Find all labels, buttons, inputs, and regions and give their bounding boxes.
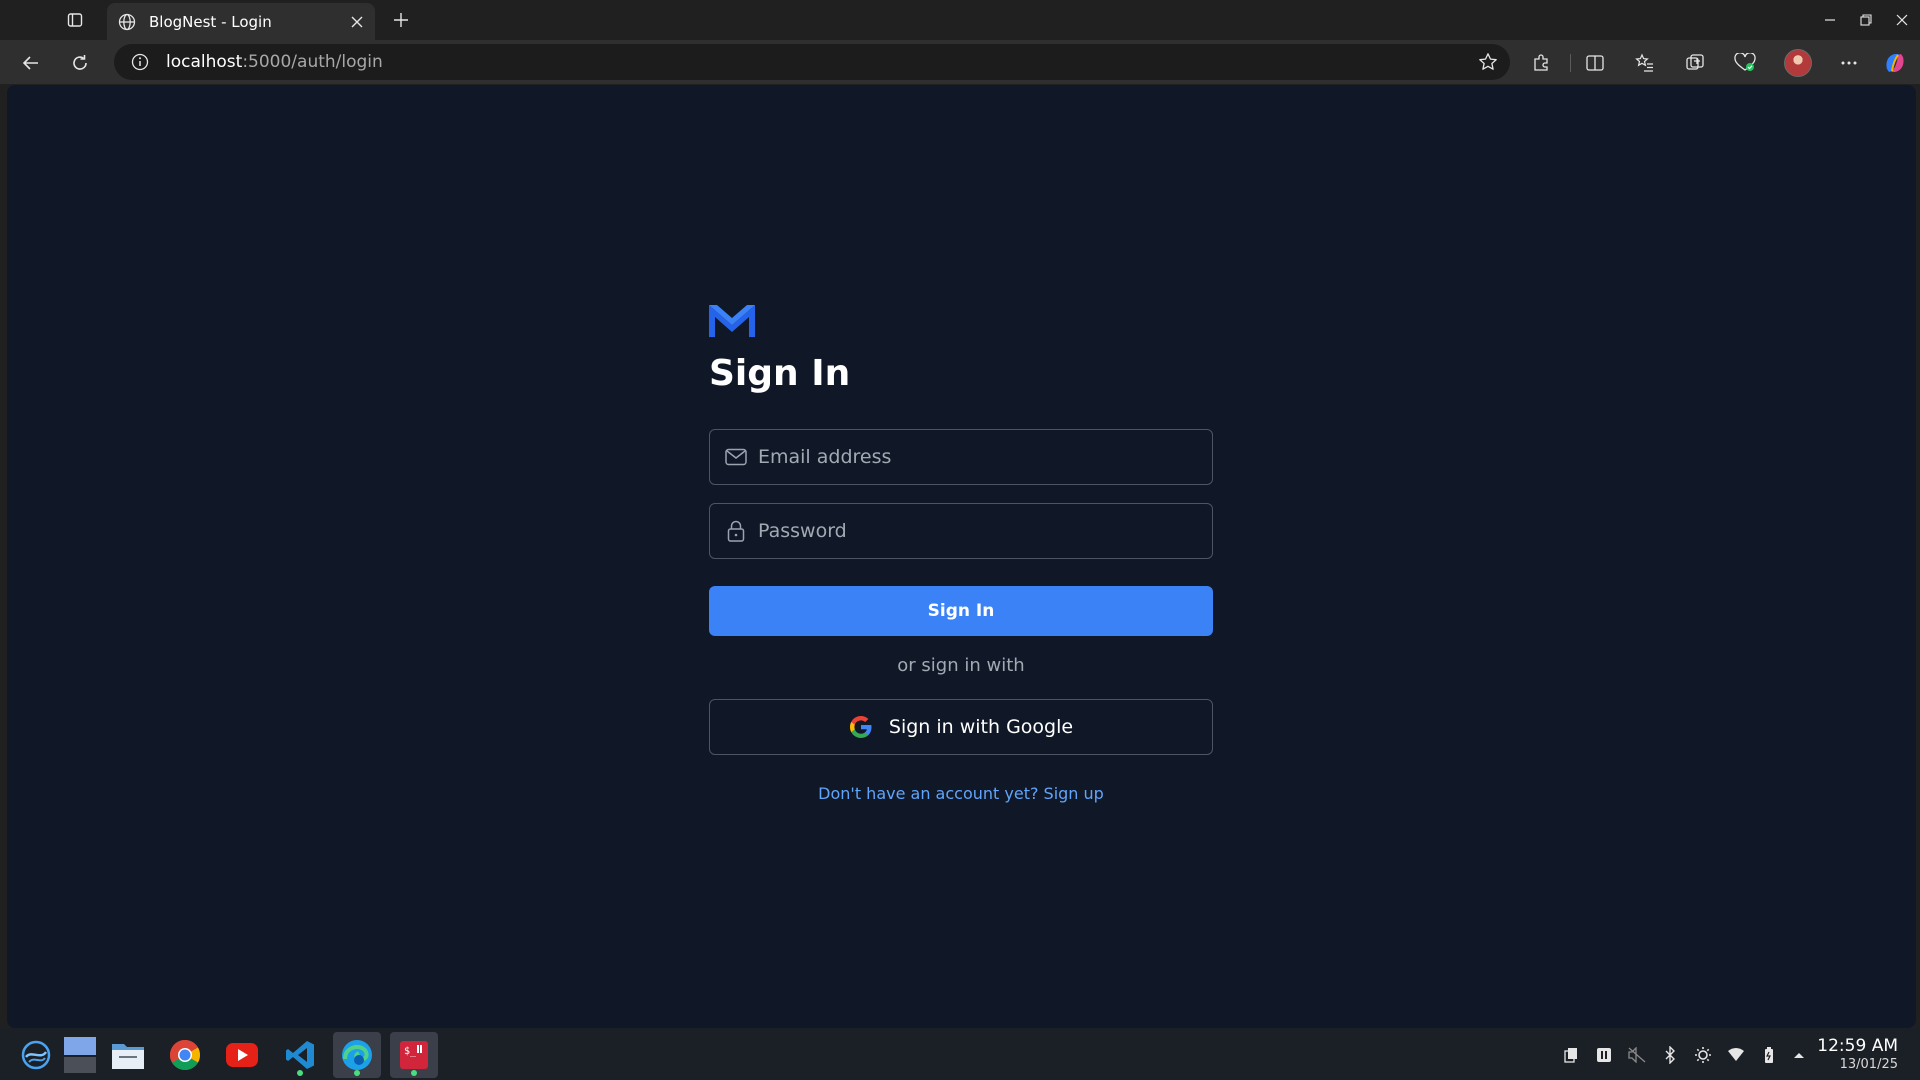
tab-title: BlogNest - Login — [149, 12, 272, 31]
terminal-button[interactable]: $_ — [390, 1032, 438, 1078]
start-icon — [21, 1040, 51, 1070]
tray-overflow-chevron-up-icon[interactable] — [1788, 1044, 1810, 1066]
chrome-icon — [169, 1039, 201, 1071]
system-clock[interactable]: 12:59 AM 13/01/25 — [1817, 1036, 1898, 1072]
close-window-button[interactable] — [1884, 0, 1920, 40]
restore-button[interactable] — [1848, 0, 1884, 40]
tab-blognest-login[interactable]: BlogNest - Login — [107, 3, 375, 40]
refresh-icon — [71, 54, 89, 72]
password-input[interactable] — [758, 504, 1212, 558]
desktop-icon — [63, 1036, 97, 1074]
url-host: localhost — [166, 52, 243, 72]
m-logo-icon — [709, 303, 755, 337]
brightness-icon[interactable] — [1692, 1044, 1714, 1066]
address-bar[interactable]: localhost:5000/auth/login — [114, 44, 1510, 80]
email-input[interactable] — [758, 430, 1212, 484]
sign-up-link[interactable]: Don't have an account yet? Sign up — [709, 784, 1213, 803]
browser-toolbar: localhost:5000/auth/login — [0, 40, 1920, 84]
restore-icon — [1860, 14, 1872, 26]
taskbar: $_ 12:59 AM 13/01/25 — [0, 1028, 1920, 1080]
terminal-icon: $_ — [399, 1040, 429, 1070]
volume-muted-icon[interactable] — [1626, 1044, 1648, 1066]
favorites-list-icon — [1635, 53, 1655, 73]
bluetooth-icon[interactable] — [1659, 1044, 1681, 1066]
google-sign-in-button[interactable]: Sign in with Google — [709, 699, 1213, 755]
refresh-button[interactable] — [63, 46, 97, 80]
url-text: localhost:5000/auth/login — [166, 52, 383, 72]
google-button-label: Sign in with Google — [888, 716, 1074, 738]
mail-icon — [724, 445, 748, 469]
tab-actions-icon — [67, 12, 83, 28]
edge-button[interactable] — [333, 1032, 381, 1078]
start-button[interactable] — [12, 1032, 60, 1078]
file-explorer-icon — [111, 1040, 145, 1070]
collections-icon — [1685, 53, 1705, 73]
clock-time: 12:59 AM — [1817, 1036, 1898, 1056]
youtube-button[interactable] — [218, 1032, 266, 1078]
page-viewport: Sign In Sign In or sign in with — [7, 85, 1916, 1028]
browser-tab-strip: BlogNest - Login — [0, 0, 1920, 40]
favorite-star-icon[interactable] — [1478, 52, 1498, 72]
info-icon[interactable] — [130, 52, 150, 72]
svg-text:$_: $_ — [404, 1046, 417, 1057]
plus-icon — [393, 12, 409, 28]
back-arrow-icon — [22, 54, 40, 72]
back-button[interactable] — [14, 46, 48, 80]
copilot-button[interactable] — [1878, 46, 1912, 80]
extensions-button[interactable] — [1524, 46, 1558, 80]
vscode-icon — [285, 1040, 315, 1070]
favorites-button[interactable] — [1628, 46, 1662, 80]
more-dots-icon — [1840, 60, 1858, 66]
youtube-icon — [225, 1042, 259, 1068]
split-screen-icon — [1585, 53, 1605, 73]
toolbar-separator — [1570, 54, 1571, 72]
settings-more-button[interactable] — [1832, 46, 1866, 80]
or-sign-in-with-text: or sign in with — [897, 655, 1025, 676]
battery-icon[interactable] — [1758, 1044, 1780, 1066]
lock-icon — [724, 519, 748, 543]
email-field[interactable] — [709, 429, 1213, 485]
close-tab-icon[interactable] — [343, 8, 371, 36]
google-icon — [849, 715, 873, 739]
new-tab-button[interactable] — [386, 5, 416, 35]
tab-actions-button[interactable] — [60, 6, 90, 34]
wifi-icon[interactable] — [1725, 1044, 1747, 1066]
tray-clipboard-icon[interactable] — [1560, 1044, 1582, 1066]
minimize-button[interactable] — [1812, 0, 1848, 40]
puzzle-icon — [1531, 53, 1551, 73]
close-icon — [1896, 14, 1908, 26]
split-screen-button[interactable] — [1578, 46, 1612, 80]
clock-date: 13/01/25 — [1839, 1057, 1898, 1072]
collections-button[interactable] — [1678, 46, 1712, 80]
minimize-icon — [1824, 14, 1836, 26]
page-title: Sign In — [709, 353, 851, 394]
heart-pulse-icon — [1734, 53, 1756, 73]
copilot-icon — [1883, 51, 1907, 75]
tray-pause-icon[interactable] — [1593, 1044, 1615, 1066]
edge-icon — [341, 1039, 373, 1071]
password-field[interactable] — [709, 503, 1213, 559]
file-explorer-button[interactable] — [104, 1032, 152, 1078]
globe-icon — [115, 10, 139, 34]
chrome-button[interactable] — [161, 1032, 209, 1078]
sign-in-button[interactable]: Sign In — [709, 586, 1213, 636]
window-controls — [1812, 0, 1920, 40]
profile-avatar[interactable] — [1784, 49, 1812, 77]
desktop-button[interactable] — [56, 1032, 104, 1078]
url-path: :5000/auth/login — [242, 52, 383, 72]
vscode-button[interactable] — [276, 1032, 324, 1078]
browser-essentials-button[interactable] — [1728, 46, 1762, 80]
